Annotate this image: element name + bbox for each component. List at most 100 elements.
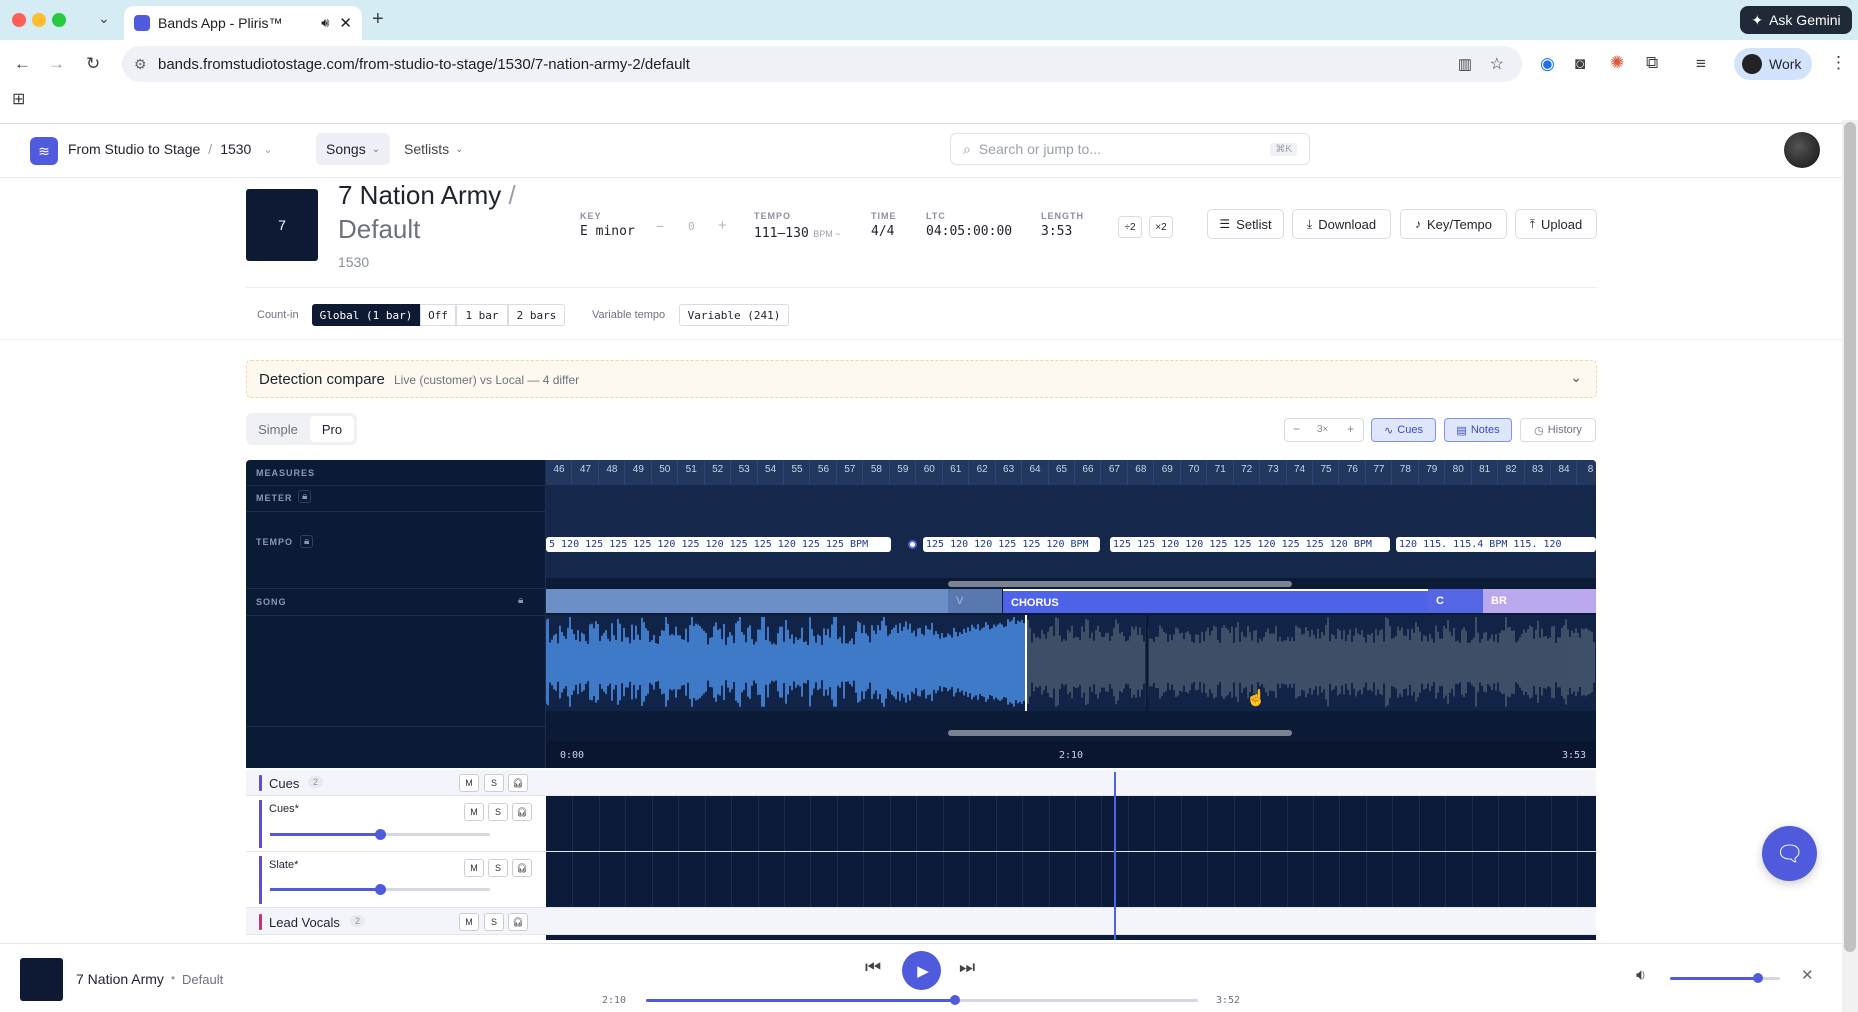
song-section-intro[interactable] <box>546 589 948 613</box>
measure-number[interactable]: 76 <box>1339 464 1365 475</box>
setlist-button[interactable]: ☰ Setlist <box>1207 209 1284 239</box>
key-tempo-button[interactable]: ♪ Key/Tempo <box>1400 209 1507 239</box>
key-value[interactable]: E minor <box>580 224 635 239</box>
skip-previous-icon[interactable]: ⏮︎ <box>865 957 881 978</box>
volume-icon[interactable]: 🔉︎ <box>1636 967 1646 985</box>
solo-button[interactable]: S <box>488 859 508 877</box>
search-input[interactable]: ⌕ Search or jump to... ⌘K <box>950 133 1310 165</box>
history-button[interactable]: ◷ History <box>1520 418 1596 442</box>
back-icon[interactable]: ← <box>14 54 31 74</box>
measure-number[interactable]: 81 <box>1472 464 1498 475</box>
notes-toggle-button[interactable]: ▤ Notes <box>1444 418 1512 442</box>
key-minus-button[interactable]: − <box>656 218 664 234</box>
password-manager-icon[interactable]: ◉ <box>1540 54 1555 74</box>
measure-number[interactable]: 72 <box>1234 464 1260 475</box>
measure-number[interactable]: 60 <box>916 464 942 475</box>
media-control-icon[interactable]: ≡ <box>1696 54 1706 74</box>
measure-number[interactable]: 51 <box>678 464 704 475</box>
count-in-1bar-option[interactable]: 1 bar <box>456 304 508 326</box>
headphones-icon[interactable]: 🎧︎ <box>512 859 532 877</box>
measure-number[interactable]: 82 <box>1498 464 1524 475</box>
track-group-cues[interactable]: Cues 2 M S 🎧︎ <box>246 770 1596 796</box>
count-in-2bars-option[interactable]: 2 bars <box>508 304 565 326</box>
measure-number[interactable]: 64 <box>1022 464 1048 475</box>
mode-simple-option[interactable]: Simple <box>246 413 310 445</box>
horizontal-scroll-thumb[interactable] <box>948 581 1292 587</box>
measure-number[interactable]: 53 <box>731 464 757 475</box>
mute-button[interactable]: M <box>459 774 479 792</box>
claude-extension-icon[interactable]: ✺ <box>1610 53 1624 73</box>
minimize-window-button[interactable] <box>32 13 46 27</box>
address-bar[interactable]: ⚙ bands.fromstudiotostage.com/from-studi… <box>122 46 1522 82</box>
profile-button[interactable]: Work <box>1734 48 1812 80</box>
site-info-icon[interactable]: ⚙ <box>134 56 147 73</box>
measure-number[interactable]: 73 <box>1260 464 1286 475</box>
measure-number[interactable]: 59 <box>890 464 916 475</box>
measure-number[interactable]: 80 <box>1445 464 1471 475</box>
measure-number[interactable]: 52 <box>705 464 731 475</box>
progress-bar[interactable] <box>646 995 1198 1005</box>
maximize-window-button[interactable] <box>52 13 66 27</box>
measure-number[interactable]: 47 <box>572 464 598 475</box>
solo-button[interactable]: S <box>484 913 504 931</box>
close-window-button[interactable] <box>12 13 26 27</box>
project-chevron-down-icon[interactable]: ⌄ <box>263 143 272 156</box>
browser-tab[interactable]: Bands App - Pliris™ 🔊︎ ✕ <box>124 6 362 40</box>
headphones-icon[interactable]: 🎧︎ <box>508 774 528 792</box>
measure-number[interactable]: 78 <box>1392 464 1418 475</box>
mode-pro-option[interactable]: Pro <box>310 416 354 442</box>
headphones-icon[interactable]: 🎧︎ <box>512 803 532 821</box>
measure-number[interactable]: 8 <box>1577 464 1596 475</box>
waveform[interactable] <box>546 615 1596 725</box>
reload-icon[interactable]: ↻ <box>86 54 100 74</box>
mute-button[interactable]: M <box>464 859 484 877</box>
play-button[interactable]: ▶ <box>902 951 941 990</box>
new-tab-icon[interactable]: + <box>372 8 384 31</box>
detection-compare-panel[interactable]: Detection compare Live (customer) vs Loc… <box>246 360 1597 398</box>
zoom-out-button[interactable]: − <box>1293 422 1300 436</box>
measure-number[interactable]: 67 <box>1101 464 1127 475</box>
measures-ruler[interactable]: 46 47 48 49 50 51 52 53 54 55 56 57 58 59 60 61 62 63 64 65… <box>546 460 1596 485</box>
measure-number[interactable]: 57 <box>837 464 863 475</box>
tempo-marker-group[interactable]: 120 115. 115.4 BPM 115. 120 <box>1396 537 1596 552</box>
measure-number[interactable]: 63 <box>996 464 1022 475</box>
skip-next-icon[interactable]: ⏭︎ <box>959 957 975 978</box>
measure-number[interactable]: 46 <box>546 464 572 475</box>
measure-number[interactable]: 83 <box>1525 464 1551 475</box>
chat-support-button[interactable]: 🗨︎ <box>1762 826 1817 881</box>
reader-mode-icon[interactable]: ▥ <box>1458 55 1472 73</box>
measure-number[interactable]: 58 <box>863 464 889 475</box>
song-section-chorus[interactable]: CHORUS <box>1003 589 1428 613</box>
page-scrollbar-thumb[interactable] <box>1844 122 1856 952</box>
measure-number[interactable]: 54 <box>758 464 784 475</box>
measure-number[interactable]: 50 <box>652 464 678 475</box>
nav-setlists[interactable]: Setlists ⌄ <box>404 133 464 165</box>
variable-tempo-value[interactable]: Variable (241) <box>679 304 789 326</box>
song-section-c[interactable]: C <box>1428 589 1483 613</box>
measure-number[interactable]: 71 <box>1207 464 1233 475</box>
close-player-icon[interactable]: ✕ <box>1801 966 1814 984</box>
count-in-off-option[interactable]: Off <box>420 304 456 326</box>
close-tab-icon[interactable]: ✕ <box>339 14 352 32</box>
playhead[interactable] <box>1114 772 1116 940</box>
chevron-down-icon[interactable]: ⌄ <box>1570 369 1582 386</box>
track-lane[interactable] <box>546 796 1596 851</box>
more-menu-icon[interactable]: ⋮ <box>1830 53 1847 73</box>
measure-number[interactable]: 56 <box>810 464 836 475</box>
song-lock-icon[interactable]: 🔒︎ <box>518 595 523 606</box>
measure-number[interactable]: 69 <box>1154 464 1180 475</box>
key-plus-button[interactable]: + <box>718 217 727 234</box>
mute-button[interactable]: M <box>464 803 484 821</box>
meter-lock-icon[interactable]: 🔒︎ <box>298 490 312 503</box>
cues-toggle-button[interactable]: ∿ Cues <box>1371 418 1436 442</box>
measure-number[interactable]: 70 <box>1181 464 1207 475</box>
nav-songs[interactable]: Songs ⌄ <box>316 133 391 165</box>
solo-button[interactable]: S <box>484 774 504 792</box>
headphones-icon[interactable]: 🎧︎ <box>508 913 528 931</box>
org-link[interactable]: From Studio to Stage <box>68 141 200 157</box>
measure-number[interactable]: 66 <box>1075 464 1101 475</box>
bookmark-star-icon[interactable]: ☆ <box>1490 54 1504 74</box>
track-lane[interactable] <box>546 852 1596 907</box>
measure-number[interactable]: 48 <box>599 464 625 475</box>
project-link[interactable]: 1530 <box>220 141 251 157</box>
